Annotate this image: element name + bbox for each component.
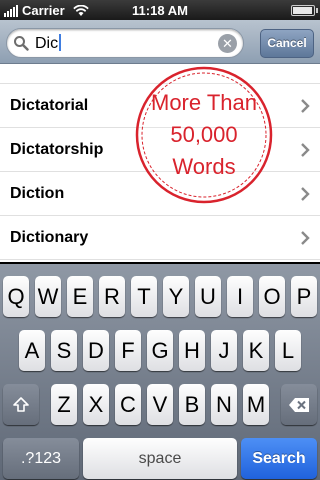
key-w[interactable]: W [35,276,61,317]
key-e[interactable]: E [67,276,93,317]
numbers-key[interactable]: .?123 [3,438,79,479]
key-g[interactable]: G [147,330,173,371]
search-icon [14,36,29,51]
results-list: Dictatorial Dictatorship Diction Diction… [0,64,320,262]
key-l[interactable]: L [275,330,301,371]
shift-key[interactable] [3,384,39,425]
key-s[interactable]: S [51,330,77,371]
chevron-right-icon [301,99,310,113]
key-o[interactable]: O [259,276,285,317]
list-header-space [0,64,320,84]
key-p[interactable]: P [291,276,317,317]
key-z[interactable]: Z [51,384,77,425]
key-f[interactable]: F [115,330,141,371]
key-a[interactable]: A [19,330,45,371]
key-k[interactable]: K [243,330,269,371]
battery-full-icon [291,5,318,16]
list-item-label: Dictatorship [10,141,104,158]
key-u[interactable]: U [195,276,221,317]
chevron-right-icon [301,187,310,201]
cancel-button[interactable]: Cancel [260,29,314,58]
key-v[interactable]: V [147,384,173,425]
list-item[interactable]: Dictatorship [0,128,320,172]
status-bar: Carrier 11:18 AM [0,0,320,20]
key-m[interactable]: M [243,384,269,425]
shift-icon [13,396,29,412]
backspace-icon [289,397,309,412]
status-time: 11:18 AM [132,3,188,18]
search-input[interactable]: Dic ✕ [6,28,244,58]
keyboard: Q W E R T Y U I O P A S D F G H J K L Z … [0,264,320,480]
clear-icon[interactable]: ✕ [218,34,237,53]
key-t[interactable]: T [131,276,157,317]
chevron-right-icon [301,143,310,157]
search-bar: Dic ✕ Cancel [0,20,320,64]
search-value: Dic [35,35,59,52]
text-cursor [59,34,62,51]
key-i[interactable]: I [227,276,253,317]
key-y[interactable]: Y [163,276,189,317]
list-item-label: Diction [10,185,65,202]
key-d[interactable]: D [83,330,109,371]
chevron-right-icon [301,231,310,245]
key-h[interactable]: H [179,330,205,371]
key-b[interactable]: B [179,384,205,425]
list-item[interactable]: Dictionary [0,216,320,260]
key-x[interactable]: X [83,384,109,425]
list-item-label: Dictionary [10,229,89,246]
backspace-key[interactable] [281,384,317,425]
key-q[interactable]: Q [3,276,29,317]
key-r[interactable]: R [99,276,125,317]
list-item[interactable]: Dictatorial [0,84,320,128]
key-c[interactable]: C [115,384,141,425]
list-item-label: Dictatorial [10,97,89,114]
search-input-text: Dic [35,34,62,54]
space-key[interactable]: space [83,438,237,479]
list-item[interactable]: Diction [0,172,320,216]
search-key[interactable]: Search [241,438,317,479]
key-j[interactable]: J [211,330,237,371]
key-n[interactable]: N [211,384,237,425]
